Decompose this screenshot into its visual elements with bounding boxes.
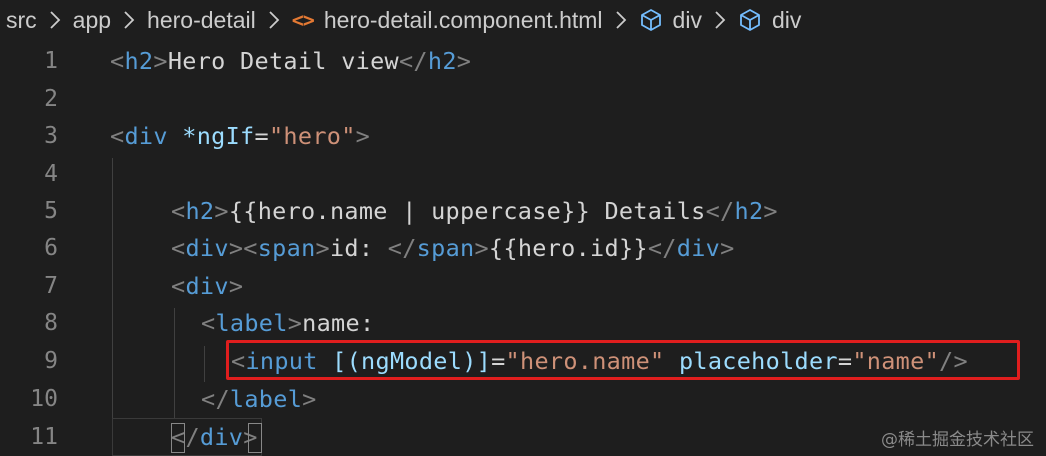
breadcrumb-item-div-2[interactable]: div xyxy=(738,7,801,34)
breadcrumb-item-hero-detail[interactable]: hero-detail xyxy=(147,7,256,34)
line-number: 7 xyxy=(44,272,58,299)
bracket-match-highlight xyxy=(171,423,185,453)
line-number: 8 xyxy=(44,309,58,336)
breadcrumb-item-app[interactable]: app xyxy=(73,7,111,34)
code-text: </label> xyxy=(201,384,317,413)
breadcrumb-item-src[interactable]: src xyxy=(6,7,37,34)
code-line-4[interactable]: 4 xyxy=(0,155,1046,193)
breadcrumb: src app hero-detail <> hero-detail.compo… xyxy=(0,0,1046,40)
line-number: 5 xyxy=(44,197,58,224)
html-file-icon: <> xyxy=(291,8,315,32)
chevron-right-icon xyxy=(124,11,135,29)
breadcrumb-item-div-1[interactable]: div xyxy=(639,7,702,34)
line-number: 1 xyxy=(44,47,58,74)
code-text: <div *ngIf="hero"> xyxy=(110,121,371,150)
breadcrumb-label: div xyxy=(672,6,702,33)
code-text: <label>name: xyxy=(201,308,375,337)
code-text: <div><span>id: </span>{{hero.id}}</div> xyxy=(171,233,735,262)
line-number: 6 xyxy=(44,234,58,261)
code-line-6[interactable]: 6 <div><span>id: </span>{{hero.id}}</div… xyxy=(0,229,1046,267)
code-line-10[interactable]: 10 </label> xyxy=(0,380,1046,418)
line-number: 3 xyxy=(44,122,58,149)
line-number: 4 xyxy=(44,160,58,187)
chevron-right-icon xyxy=(715,11,726,29)
code-line-2[interactable]: 2 xyxy=(0,80,1046,118)
chevron-right-icon xyxy=(269,11,280,29)
breadcrumb-label: app xyxy=(72,6,112,33)
code-line-1[interactable]: 1 <h2>Hero Detail view</h2> xyxy=(0,42,1046,80)
breadcrumb-label: hero-detail.component.html xyxy=(323,6,603,33)
watermark: @稀土掘金技术社区 xyxy=(881,430,1034,450)
bracket-match-highlight xyxy=(248,423,262,453)
breadcrumb-label: hero-detail xyxy=(147,6,256,33)
breadcrumb-label: div xyxy=(771,6,802,33)
line-number: 9 xyxy=(44,347,58,374)
code-line-8[interactable]: 8 <label>name: xyxy=(0,304,1046,342)
breadcrumb-item-file[interactable]: <> hero-detail.component.html xyxy=(292,7,603,34)
code-line-7[interactable]: 7 <div> xyxy=(0,267,1046,305)
line-number: 10 xyxy=(30,385,58,412)
element-cube-icon xyxy=(740,9,760,31)
chevron-right-icon xyxy=(615,11,626,29)
code-line-3[interactable]: 3 <div *ngIf="hero"> xyxy=(0,117,1046,155)
code-text: <div> xyxy=(171,271,244,300)
element-cube-icon xyxy=(640,9,661,31)
breadcrumb-label: src xyxy=(6,6,37,33)
code-text: <h2>{{hero.name | uppercase}} Details</h… xyxy=(171,196,778,225)
line-number: 2 xyxy=(44,85,58,112)
annotation-highlight-box xyxy=(226,340,1020,380)
chevron-right-icon xyxy=(50,11,60,29)
code-text: <h2>Hero Detail view</h2> xyxy=(110,46,472,75)
code-line-5[interactable]: 5 <h2>{{hero.name | uppercase}} Details<… xyxy=(0,192,1046,230)
line-number: 11 xyxy=(30,423,58,450)
